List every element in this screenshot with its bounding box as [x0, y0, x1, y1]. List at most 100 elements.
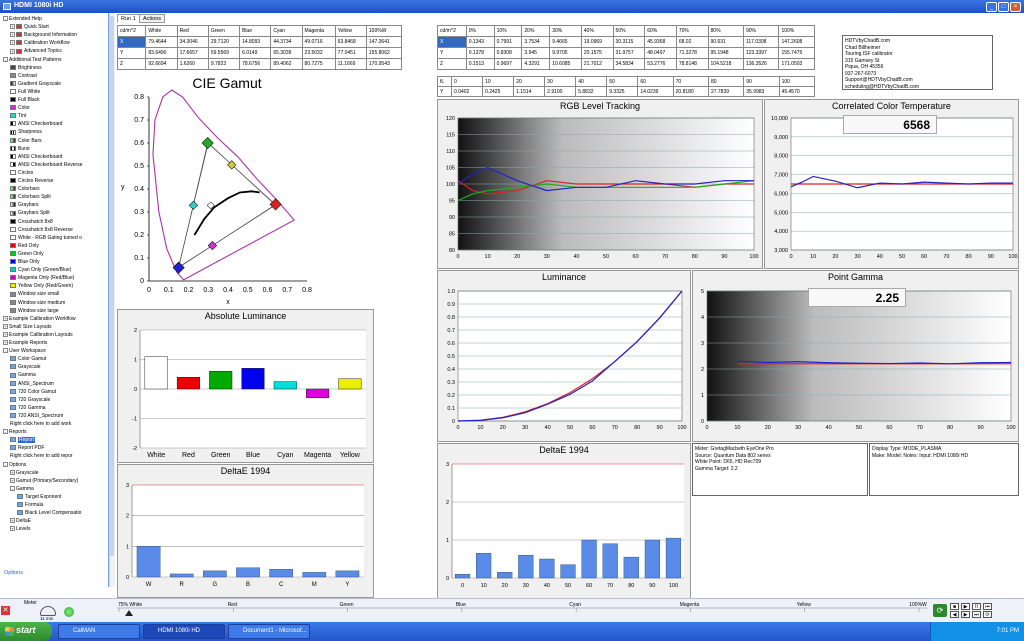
- tree-item[interactable]: White - RGB Gating turned o: [10, 234, 108, 242]
- tree-item[interactable]: Brightness: [10, 64, 108, 72]
- tree-item[interactable]: + Quick Start: [10, 23, 108, 31]
- tree-item[interactable]: Contrast: [10, 72, 108, 80]
- tree-item[interactable]: Grayscale: [10, 363, 108, 371]
- stop-icon[interactable]: ✕: [1, 606, 10, 615]
- expander-icon[interactable]: +: [10, 477, 15, 483]
- playback-button-icon[interactable]: ▶: [961, 603, 970, 610]
- tree-item[interactable]: Report: [10, 436, 108, 444]
- tree-item[interactable]: Crosshatch 8x8 Reverse: [10, 226, 108, 234]
- tree-item[interactable]: Target Exponent: [17, 493, 108, 501]
- tree-item[interactable]: Cyan Only (Green/Blue): [10, 266, 108, 274]
- playback-button-icon[interactable]: ▶: [961, 611, 970, 618]
- tree-item[interactable]: Graybars Split: [10, 209, 108, 217]
- tree-item[interactable]: Crosshatch 8x8: [10, 218, 108, 226]
- tree-item[interactable]: Yellow Only (Red/Green): [10, 282, 108, 290]
- expander-icon[interactable]: -: [10, 485, 15, 491]
- tree-item[interactable]: Blue Only: [10, 258, 108, 266]
- expander-icon[interactable]: -: [3, 429, 8, 435]
- tree-item[interactable]: 720 Grayscale: [10, 396, 108, 404]
- tree-item[interactable]: Circles: [10, 169, 108, 177]
- tree-item[interactable]: + DeltaE: [10, 517, 108, 525]
- tree-item[interactable]: Window size large: [10, 307, 108, 315]
- minimize-button[interactable]: _: [986, 2, 997, 12]
- expander-icon[interactable]: +: [3, 340, 8, 346]
- tree-item[interactable]: Color Bars: [10, 137, 108, 145]
- expander-icon[interactable]: +: [10, 526, 15, 532]
- tree-item[interactable]: ANSI Checkerboard: [10, 120, 108, 128]
- tree-item[interactable]: + Gamut (Primary/Secondary): [10, 477, 108, 485]
- tree-item[interactable]: Circles Reverse: [10, 177, 108, 185]
- tree-item[interactable]: + Advanced Topics: [10, 47, 108, 55]
- tree-item[interactable]: - Gamma: [10, 485, 108, 493]
- tree-item[interactable]: Formula: [17, 501, 108, 509]
- expander-icon[interactable]: -: [3, 16, 8, 22]
- tree-item[interactable]: Gamma: [10, 371, 108, 379]
- expander-icon[interactable]: -: [3, 56, 8, 62]
- tree-item[interactable]: ANSI Checkerboard Reverse: [10, 161, 108, 169]
- tree-item[interactable]: ANSI Checkerboard: [10, 153, 108, 161]
- tree-item[interactable]: + Small Size Layouts: [3, 323, 108, 331]
- expander-icon[interactable]: +: [10, 40, 15, 46]
- playback-button-icon[interactable]: ◀: [950, 611, 959, 618]
- tree-item[interactable]: Colorbars: [10, 185, 108, 193]
- tree-item[interactable]: 720 Gamma: [10, 404, 108, 412]
- expander-icon[interactable]: -: [3, 461, 8, 467]
- tree-item[interactable]: 720 Color Gamut: [10, 388, 108, 396]
- close-button[interactable]: ×: [1010, 2, 1021, 12]
- tree-item[interactable]: Sharpness: [10, 128, 108, 136]
- expander-icon[interactable]: +: [3, 315, 8, 321]
- tree-item[interactable]: Full White: [10, 88, 108, 96]
- tree-item[interactable]: Green Only: [10, 250, 108, 258]
- tree-item[interactable]: + Levels: [10, 525, 108, 533]
- tree-item[interactable]: + Calibration Workflow: [10, 39, 108, 47]
- expander-icon[interactable]: +: [10, 518, 15, 524]
- navigation-tree[interactable]: - Extended Help + Quick Start + Background In…: [0, 13, 109, 587]
- tree-item[interactable]: + Background Information: [10, 31, 108, 39]
- tree-item[interactable]: Color: [10, 104, 108, 112]
- tree-item[interactable]: Tint: [10, 112, 108, 120]
- playback-button-icon[interactable]: II: [972, 603, 981, 610]
- tree-item[interactable]: Graybars: [10, 201, 108, 209]
- playback-button-icon[interactable]: ⟳: [983, 611, 992, 618]
- tree-item[interactable]: Colorbars Split: [10, 193, 108, 201]
- task-calman[interactable]: CalMAN: [58, 624, 140, 639]
- tree-item[interactable]: ANSI_Spectrum: [10, 380, 108, 388]
- sidebar-scroll-thumb[interactable]: [110, 16, 114, 556]
- expander-icon[interactable]: +: [10, 469, 15, 475]
- tree-item[interactable]: + Example Calibration Layouts: [3, 331, 108, 339]
- maximize-button[interactable]: □: [998, 2, 1009, 12]
- task-hdmi[interactable]: HDMI 1080i HD: [143, 624, 225, 639]
- tree-item[interactable]: - Options: [3, 461, 108, 469]
- playback-controls[interactable]: ■ ▶ II ⏮ ◀ ▶ ⏭ ⟳: [950, 603, 1020, 619]
- pattern-scale[interactable]: 75% White Red Green Blue Cyan Magenta Yellow 10…: [117, 600, 929, 620]
- playback-button-icon[interactable]: ⏮: [983, 603, 992, 610]
- tree-item[interactable]: Burst: [10, 145, 108, 153]
- tree-item[interactable]: + Grayscale: [10, 469, 108, 477]
- tree-item[interactable]: Black Level Compensatio: [17, 509, 108, 517]
- tree-item[interactable]: Gradient Grayscale: [10, 80, 108, 88]
- task-document1[interactable]: Document1 - Microsof...: [228, 624, 310, 639]
- tree-item[interactable]: - Reports: [3, 428, 108, 436]
- expander-icon[interactable]: +: [10, 24, 15, 30]
- tree-item[interactable]: - User Workspace: [3, 347, 108, 355]
- expander-icon[interactable]: +: [10, 48, 15, 54]
- tree-item[interactable]: + Example Reports: [3, 339, 108, 347]
- expander-icon[interactable]: +: [10, 32, 15, 38]
- tree-item[interactable]: Window size medium: [10, 299, 108, 307]
- tree-item[interactable]: - Additional Test Patterns: [3, 56, 108, 64]
- refresh-icon[interactable]: ⟳: [933, 604, 947, 617]
- tree-item[interactable]: Color Gamut: [10, 355, 108, 363]
- tree-item[interactable]: 720 ANSI_Spectrum: [10, 412, 108, 420]
- tree-item[interactable]: - Extended Help: [3, 15, 108, 23]
- tab-actions[interactable]: Actions: [139, 14, 166, 23]
- tree-item[interactable]: Magenta Only (Red/Blue): [10, 274, 108, 282]
- tree-item[interactable]: Window size small: [10, 290, 108, 298]
- tree-item[interactable]: Red Only: [10, 242, 108, 250]
- tab-run-1[interactable]: Run 1: [117, 14, 140, 23]
- tree-item[interactable]: Right click here to add repor: [10, 452, 108, 460]
- tree-item[interactable]: Right click here to add work: [10, 420, 108, 428]
- tree-item[interactable]: + Example Calibration Workflow: [3, 315, 108, 323]
- playback-button-icon[interactable]: ■: [950, 603, 959, 610]
- expander-icon[interactable]: +: [3, 332, 8, 338]
- expander-icon[interactable]: -: [3, 348, 8, 354]
